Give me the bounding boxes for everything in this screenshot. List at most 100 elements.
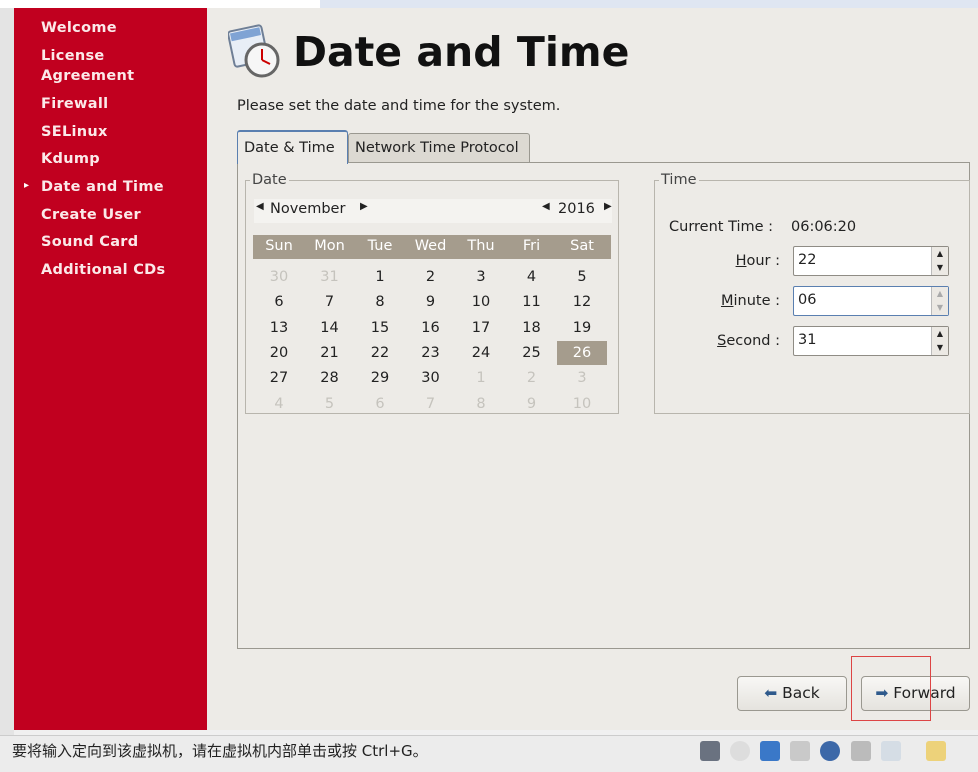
status-text: 要将输入定向到该虚拟机，请在虚拟机内部单击或按 Ctrl+G。 xyxy=(12,742,428,760)
calendar-day[interactable]: 13 xyxy=(254,316,304,340)
calendar-day[interactable]: 21 xyxy=(305,341,355,365)
calendar-day[interactable]: 10 xyxy=(557,392,607,416)
sidebar-item-welcome: Welcome xyxy=(41,20,117,36)
sidebar-item-date-time: Date and Time xyxy=(41,179,164,195)
minute-spinner[interactable]: 06 ▲ ▼ xyxy=(793,286,949,316)
calendar-day[interactable]: 8 xyxy=(456,392,506,416)
second-label: Second : xyxy=(717,333,780,349)
date-legend: Date xyxy=(252,172,287,188)
tab-network-time-protocol[interactable]: Network Time Protocol xyxy=(348,133,530,162)
host-window-top-bar xyxy=(320,0,978,8)
calendar-day[interactable]: 28 xyxy=(305,366,355,390)
sidebar-item-kdump: Kdump xyxy=(41,151,100,167)
sidebar: Welcome License Agreement Firewall SELin… xyxy=(14,8,207,730)
weekday-mon: Mon xyxy=(314,238,345,254)
calendar-day[interactable]: 8 xyxy=(355,290,405,314)
notes-icon[interactable] xyxy=(926,741,946,761)
hour-label: Hour : xyxy=(735,253,780,269)
calendar-day[interactable]: 7 xyxy=(305,290,355,314)
calendar-day[interactable]: 6 xyxy=(254,290,304,314)
highlight-box xyxy=(851,656,931,721)
time-legend: Time xyxy=(661,172,697,188)
weekday-sun: Sun xyxy=(265,238,293,254)
weekday-fri: Fri xyxy=(522,238,541,254)
back-arrow-icon: ⬅ xyxy=(764,684,778,702)
weekday-thu: Thu xyxy=(467,238,495,254)
prev-month-icon[interactable]: ◀ xyxy=(256,201,264,212)
calendar-day[interactable]: 16 xyxy=(406,316,456,340)
weekday-tue: Tue xyxy=(367,238,393,254)
weekday-header: Sun Mon Tue Wed Thu Fri Sat xyxy=(253,235,611,259)
calendar-clock-icon xyxy=(228,24,280,78)
prev-year-icon[interactable]: ◀ xyxy=(542,201,550,212)
calendar-day[interactable]: 2 xyxy=(406,265,456,289)
calendar-day[interactable]: 27 xyxy=(254,366,304,390)
calendar-day[interactable]: 1 xyxy=(355,265,405,289)
calendar-day[interactable]: 15 xyxy=(355,316,405,340)
spin-arrows-icon[interactable]: ▲ ▼ xyxy=(931,327,948,355)
calendar-day[interactable]: 17 xyxy=(456,316,506,340)
calendar-day[interactable]: 19 xyxy=(557,316,607,340)
hard-disk-icon[interactable] xyxy=(700,741,720,761)
page-title: Date and Time xyxy=(293,28,630,76)
network-icon[interactable] xyxy=(760,741,780,761)
calendar-day[interactable]: 5 xyxy=(305,392,355,416)
sidebar-item-sound-card: Sound Card xyxy=(41,234,139,250)
tab-label: Network Time Protocol xyxy=(355,140,519,156)
calendar-day[interactable]: 24 xyxy=(456,341,506,365)
hour-value: 22 xyxy=(798,252,817,268)
calendar-day[interactable]: 23 xyxy=(406,341,456,365)
calendar-day[interactable]: 31 xyxy=(305,265,355,289)
calendar-day[interactable]: 26 xyxy=(557,340,607,365)
calendar-day[interactable]: 30 xyxy=(254,265,304,289)
floppy-icon[interactable] xyxy=(851,741,871,761)
time-frame: Time Current Time : 06:06:20 Hour : 22 ▲ ▼… xyxy=(654,172,970,414)
calendar-day[interactable]: 12 xyxy=(557,290,607,314)
back-label: Back xyxy=(782,684,820,702)
current-step-arrow-icon: ▸ xyxy=(24,180,30,191)
second-spinner[interactable]: 31 ▲ ▼ xyxy=(793,326,949,356)
spin-arrows-icon[interactable]: ▲ ▼ xyxy=(931,247,948,275)
calendar-day[interactable]: 25 xyxy=(507,341,557,365)
calendar-day[interactable]: 2 xyxy=(507,366,557,390)
sound-icon[interactable] xyxy=(820,741,840,761)
tab-date-time[interactable]: Date & Time xyxy=(237,130,348,164)
minute-label: Minute : xyxy=(720,293,780,309)
camera-icon[interactable] xyxy=(881,741,901,761)
calendar-day[interactable]: 3 xyxy=(557,366,607,390)
second-value: 31 xyxy=(798,332,817,348)
next-month-icon[interactable]: ▶ xyxy=(360,201,368,212)
month-label: November xyxy=(270,201,346,217)
cd-icon[interactable] xyxy=(730,741,750,761)
calendar-day[interactable]: 22 xyxy=(355,341,405,365)
calendar-day[interactable]: 4 xyxy=(507,265,557,289)
weekday-sat: Sat xyxy=(570,238,594,254)
year-label: 2016 xyxy=(558,201,595,217)
calendar-day[interactable]: 5 xyxy=(557,265,607,289)
date-frame: Date ◀ November ▶ ◀ 2016 ▶ Sun Mon Tue Wed T… xyxy=(245,172,619,414)
sidebar-item-selinux: SELinux xyxy=(41,124,108,140)
next-year-icon[interactable]: ▶ xyxy=(604,201,612,212)
back-button[interactable]: ⬅ Back xyxy=(737,676,847,711)
calendar-day[interactable]: 3 xyxy=(456,265,506,289)
hour-spinner[interactable]: 22 ▲ ▼ xyxy=(793,246,949,276)
sidebar-item-create-user: Create User xyxy=(41,207,141,223)
calendar-day[interactable]: 18 xyxy=(507,316,557,340)
current-time-label: Current Time : xyxy=(669,219,774,235)
calendar-day[interactable]: 1 xyxy=(456,366,506,390)
tab-label: Date & Time xyxy=(244,140,335,156)
sidebar-item-firewall: Firewall xyxy=(41,96,109,112)
calendar-day[interactable]: 6 xyxy=(355,392,405,416)
calendar-day[interactable]: 9 xyxy=(507,392,557,416)
calendar-day[interactable]: 30 xyxy=(406,366,456,390)
calendar-day[interactable]: 4 xyxy=(254,392,304,416)
calendar-day[interactable]: 7 xyxy=(406,392,456,416)
calendar-day[interactable]: 29 xyxy=(355,366,405,390)
calendar-day[interactable]: 10 xyxy=(456,290,506,314)
calendar-day[interactable]: 20 xyxy=(254,341,304,365)
calendar-day[interactable]: 9 xyxy=(406,290,456,314)
calendar-day[interactable]: 14 xyxy=(305,316,355,340)
calendar-day[interactable]: 11 xyxy=(507,290,557,314)
spin-arrows-icon[interactable]: ▲ ▼ xyxy=(931,287,948,315)
printer-icon[interactable] xyxy=(790,741,810,761)
